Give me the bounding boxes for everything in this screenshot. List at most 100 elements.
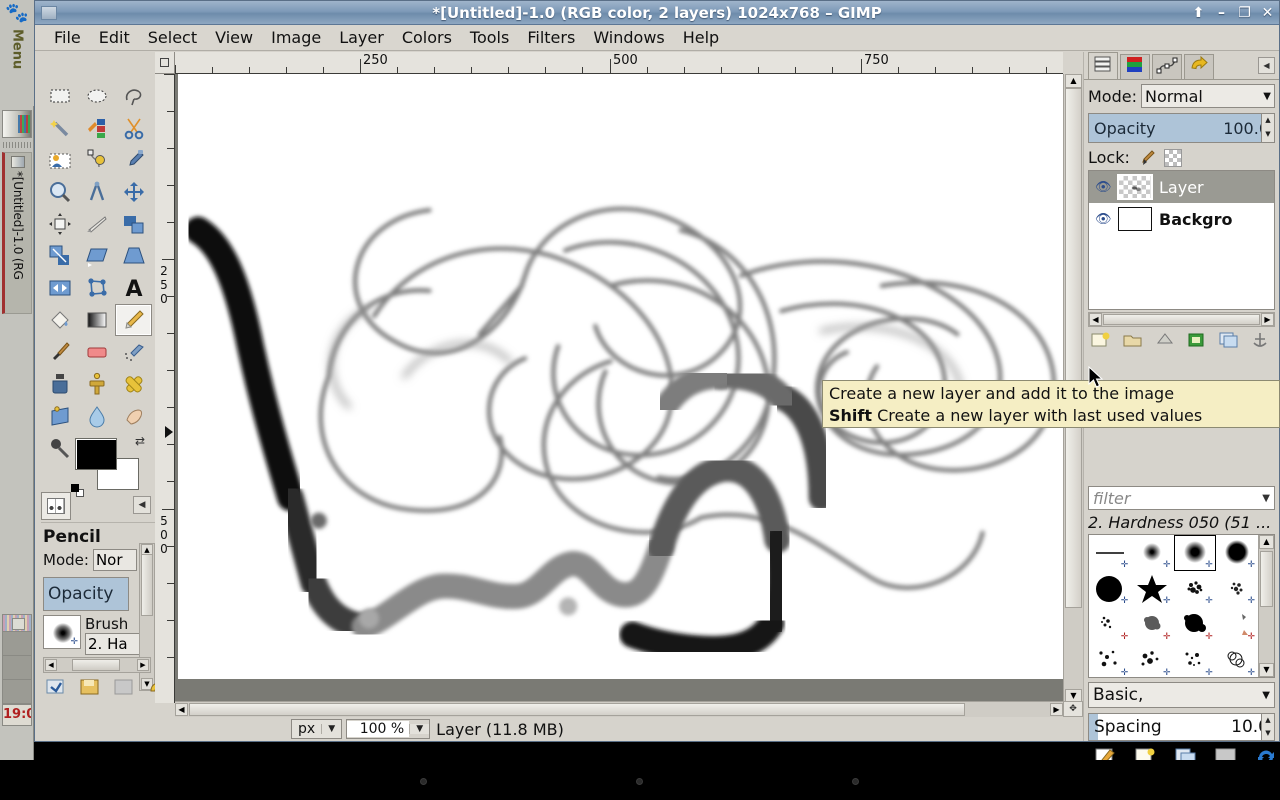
align-tool[interactable] (41, 208, 78, 240)
unit-selector[interactable]: px ▼ (291, 719, 342, 739)
fuzzy-select-tool[interactable] (41, 112, 78, 144)
menu-colors[interactable]: Colors (393, 26, 461, 49)
brush-indicator-icon[interactable] (41, 492, 71, 520)
horizontal-ruler[interactable]: 250 500 750 (175, 52, 1063, 74)
tab-channels[interactable] (1120, 54, 1150, 79)
tool-options-brush-combo[interactable]: 2. Ha (85, 633, 141, 655)
blend-gradient-tool[interactable] (78, 304, 115, 336)
heal-tool[interactable] (115, 368, 152, 400)
crop-tool[interactable] (78, 208, 115, 240)
pencil-tool[interactable] (115, 304, 152, 336)
rotate-tool[interactable] (115, 208, 152, 240)
tray-slot[interactable] (2, 632, 32, 656)
close-button[interactable]: ✕ (1260, 6, 1275, 20)
scroll-thumb[interactable] (1103, 314, 1260, 325)
duplicate-layer-icon[interactable] (1218, 331, 1240, 349)
title-bar[interactable]: *[Untitled]-1.0 (RGB color, 2 layers) 10… (35, 1, 1279, 25)
maximize-button[interactable]: ❐ (1237, 6, 1252, 20)
menu-select[interactable]: Select (139, 26, 206, 49)
tab-layers[interactable] (1088, 52, 1118, 79)
chevron-down-icon[interactable]: ▼ (1262, 493, 1270, 504)
eraser-tool[interactable] (78, 336, 115, 368)
brush-item[interactable]: ✛ (1089, 535, 1131, 571)
chevron-down-icon[interactable]: ▼ (409, 724, 429, 734)
tray-pager-icon[interactable] (2, 614, 32, 632)
menu-view[interactable]: View (206, 26, 262, 49)
layer-opacity-slider[interactable]: Opacity 100.0 ▲▼ (1088, 113, 1275, 143)
cage-transform-tool[interactable] (78, 272, 115, 304)
scroll-thumb[interactable] (141, 554, 153, 616)
brush-item[interactable]: ✛ (1216, 535, 1258, 571)
os-menu-button[interactable]: 🐾 Menu (0, 0, 34, 106)
taskbar-window-button[interactable]: *[Untitled]-1.0 (RG (2, 152, 32, 314)
vertical-ruler[interactable]: 250 500 (155, 74, 175, 703)
save-options-icon[interactable] (79, 677, 101, 697)
scroll-left-icon[interactable]: ◀ (175, 703, 188, 716)
color-picker-tool[interactable] (115, 144, 152, 176)
table-row[interactable]: 👁 Layer (1089, 171, 1274, 203)
menu-edit[interactable]: Edit (90, 26, 139, 49)
rect-select-tool[interactable] (41, 80, 78, 112)
brush-item[interactable]: ✛ (1131, 607, 1173, 643)
restore-defaults-icon[interactable] (45, 677, 67, 697)
minimize-button[interactable]: – (1214, 6, 1229, 20)
layers-hscrollbar[interactable]: ◀ ▶ (1088, 312, 1275, 327)
flip-tool[interactable] (41, 272, 78, 304)
brush-tag-combo[interactable]: Basic, ▼ (1088, 682, 1275, 708)
delete-options-icon[interactable] (113, 677, 135, 697)
brush-spacing-slider[interactable]: Spacing 10.0 ▲▼ (1088, 713, 1275, 741)
scroll-right-icon[interactable]: ▶ (1050, 703, 1063, 716)
navigation-preview-button[interactable]: ✥ (1063, 701, 1083, 717)
brush-item[interactable]: ✛ (1131, 535, 1173, 571)
image-canvas[interactable] (178, 74, 1063, 679)
swap-colors-icon[interactable]: ⇄ (135, 434, 149, 448)
clone-tool[interactable] (78, 368, 115, 400)
show-desktop-icon[interactable] (2, 110, 32, 138)
collapse-left-icon[interactable]: ◀ (133, 496, 151, 514)
reset-options-icon[interactable] (147, 677, 155, 697)
foreground-color-swatch[interactable] (75, 438, 117, 470)
brush-item[interactable]: ✛ (1216, 607, 1258, 643)
opacity-spinner[interactable]: ▲▼ (1261, 113, 1275, 143)
brush-filter-input[interactable]: filter ▼ (1088, 486, 1275, 510)
menu-tools[interactable]: Tools (461, 26, 518, 49)
reset-colors-icon[interactable] (71, 484, 85, 498)
brush-item[interactable]: ✛ (1131, 643, 1173, 678)
chevron-down-icon[interactable]: ▼ (321, 724, 341, 734)
scale-tool[interactable] (41, 240, 78, 272)
scroll-thumb[interactable] (72, 659, 120, 671)
taskbar-grip[interactable] (3, 142, 31, 148)
foreground-select-tool[interactable] (41, 144, 78, 176)
measure-tool[interactable] (78, 176, 115, 208)
scissors-select-tool[interactable] (115, 112, 152, 144)
smudge-tool[interactable] (115, 400, 152, 432)
tab-paths[interactable] (1152, 54, 1182, 79)
scroll-thumb[interactable] (1065, 88, 1082, 608)
dock-menu-icon[interactable]: ◀ (1258, 57, 1275, 74)
new-layer-icon[interactable] (1090, 331, 1112, 349)
airbrush-tool[interactable] (115, 336, 152, 368)
menu-windows[interactable]: Windows (584, 26, 673, 49)
bucket-fill-tool[interactable] (41, 304, 78, 336)
lock-alpha-icon[interactable] (1164, 149, 1182, 167)
perspective-tool[interactable] (115, 240, 152, 272)
scroll-up-icon[interactable]: ▲ (1259, 535, 1274, 549)
anchor-layer-icon[interactable] (1250, 331, 1272, 349)
brush-item[interactable]: ✛ (1089, 607, 1131, 643)
scroll-right-icon[interactable]: ▶ (1261, 313, 1274, 326)
zoom-tool[interactable] (41, 176, 78, 208)
tray-slot[interactable] (2, 680, 32, 704)
menu-image[interactable]: Image (262, 26, 330, 49)
ink-tool[interactable] (41, 368, 78, 400)
ruler-origin-button[interactable] (155, 52, 175, 74)
canvas-hscrollbar[interactable]: ◀ ▶ (175, 701, 1063, 717)
brush-grid-vscrollbar[interactable]: ▲ ▼ (1258, 535, 1274, 677)
spacing-spinner[interactable]: ▲▼ (1261, 713, 1275, 741)
tool-options-mode-combo[interactable]: Nor (93, 549, 137, 571)
new-layer-group-icon[interactable] (1122, 331, 1144, 349)
layers-list[interactable]: 👁 Layer 👁 Backgro (1088, 170, 1275, 310)
brush-grid[interactable]: ✛ ✛ ✛ ✛ ✛ ✛ ✛ ✛ ✛ ✛ ✛ ✛ ✛ (1088, 534, 1275, 678)
paths-tool[interactable] (78, 144, 115, 176)
visibility-eye-icon[interactable]: 👁 (1095, 180, 1117, 195)
brush-item[interactable]: ✛ (1089, 571, 1131, 607)
